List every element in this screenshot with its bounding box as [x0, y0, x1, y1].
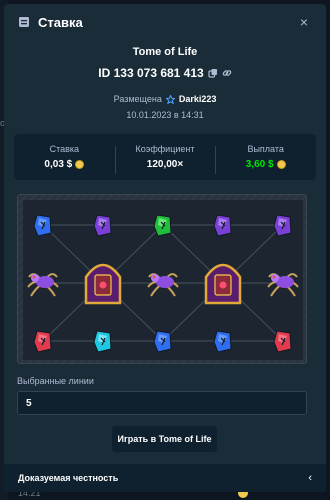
red-gem-icon	[273, 330, 292, 353]
provably-fair-label: Доказуемая честность	[18, 473, 119, 483]
purple-gem-icon	[93, 214, 112, 237]
stat-multiplier-label: Коэффициент	[135, 144, 195, 154]
tome-icon	[84, 263, 122, 305]
selected-lines-label: Выбранные линии	[17, 376, 94, 386]
modal-header: Ставка ×	[4, 4, 326, 40]
close-icon[interactable]: ×	[296, 14, 312, 30]
game-name[interactable]: Tome of Life	[4, 46, 326, 62]
stat-bet-value: 0,03 $	[44, 159, 73, 170]
stat-multiplier-value-row: 120,00×	[115, 159, 216, 170]
bet-date: 10.01.2023 в 14:31	[126, 110, 204, 120]
username[interactable]: Darki223	[179, 94, 217, 104]
stat-multiplier-value: 120,00×	[146, 159, 184, 170]
stat-bet-value-row: 0,03 $	[14, 159, 115, 170]
cyan-gem-icon	[93, 330, 112, 353]
blue-gem-icon	[213, 330, 232, 353]
stat-multiplier: Коэффициент 120,00×	[114, 144, 216, 174]
bet-id: ID 133 073 681 413	[98, 66, 204, 80]
bet-stats: Ставка 0,03 $ Коэффициент 120,00× Выплат…	[14, 134, 316, 180]
green-gem-icon	[153, 214, 172, 237]
coin-icon	[276, 160, 286, 169]
modal-title: Ставка	[38, 14, 83, 30]
star-badge-icon	[165, 94, 175, 104]
stat-payout-value-row: 3,60 $	[215, 159, 316, 170]
blue-gem-icon	[33, 214, 52, 237]
selected-lines-input[interactable]: 5	[17, 391, 307, 415]
bet-info: Tome of Life ID 133 073 681 413 Размещен…	[4, 40, 326, 120]
blue-gem-icon	[153, 330, 172, 353]
play-game-button[interactable]: Играть в Tome of Life	[112, 426, 217, 452]
board-grid	[18, 195, 306, 363]
chevron-left-icon[interactable]: ‹	[308, 472, 312, 484]
purple-gem-icon	[213, 214, 232, 237]
link-icon[interactable]	[222, 68, 232, 78]
stat-payout-label: Выплата	[247, 144, 284, 154]
stat-bet: Ставка 0,03 $	[14, 144, 115, 170]
game-board	[17, 194, 307, 364]
placed-by-row: Размещена Darki223	[4, 94, 326, 104]
stat-payout: Выплата 3,60 $	[215, 144, 316, 174]
purple-gem-icon	[273, 214, 292, 237]
stat-payout-value: 3,60 $	[245, 159, 274, 170]
placed-by-label: Размещена	[113, 94, 162, 104]
provably-fair-bar[interactable]: Доказуемая честность ‹	[4, 464, 326, 492]
copy-icon[interactable]	[208, 68, 218, 78]
bet-id-row: ID 133 073 681 413	[4, 64, 326, 82]
coin-icon	[75, 160, 85, 169]
red-gem-icon	[33, 330, 52, 353]
tome-icon	[204, 263, 242, 305]
stat-bet-label: Ставка	[49, 144, 80, 154]
bet-ticket-icon	[19, 17, 29, 27]
